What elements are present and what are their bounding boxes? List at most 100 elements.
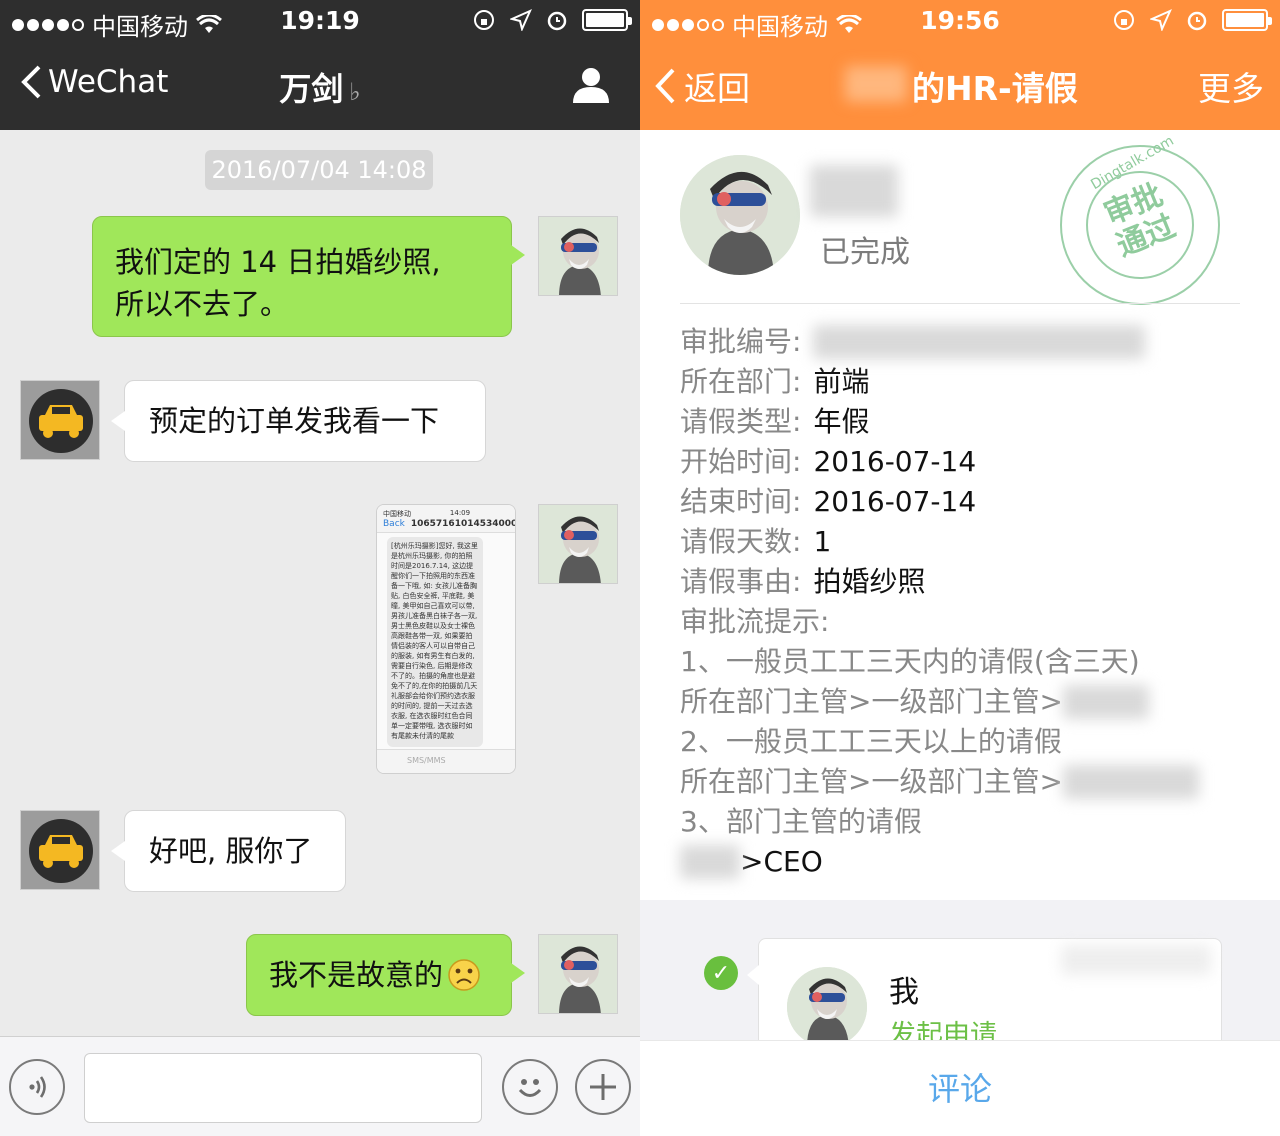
flow-step-card[interactable]: 我 发起申请 (747, 938, 1222, 1051)
contact-avatar[interactable] (20, 380, 100, 460)
flow-hint-line: 所在部门主管>一级部门主管> (680, 762, 1240, 802)
approval-details: 审批编号: 所在部门: 前端 请假类型: 年假 开始时间: 2016-07-14 结束… (680, 322, 1240, 882)
detail-row: 请假类型: 年假 (680, 402, 1240, 442)
approval-status: 已完成 (820, 235, 910, 270)
detail-value: 拍婚纱照 (813, 565, 926, 598)
status-indicators (1112, 8, 1272, 32)
redacted-approver (680, 845, 740, 879)
contact-avatar[interactable] (20, 810, 100, 890)
flow-hint-line: 1、一般员工工三天内的请假(含三天) (680, 645, 1140, 678)
status-indicators (472, 8, 632, 32)
chevron-left-icon (655, 68, 675, 104)
contact-name: 万剑 (279, 70, 344, 108)
flow-hint-line: >CEO (680, 842, 1240, 882)
redacted-approver (1062, 765, 1199, 799)
sms-time: 14:09 (449, 509, 471, 517)
message-bubble-received[interactable]: 好吧, 服你了 (111, 810, 346, 892)
location-icon (510, 9, 532, 31)
frown-emoji-icon (448, 959, 480, 991)
voice-icon (29, 1076, 46, 1098)
message-bubble-received[interactable]: 预定的订单发我看一下 (111, 380, 486, 462)
message-text: 我不是故意的 (269, 958, 444, 992)
flow-hint-text: 所在部门主管>一级部门主管> (680, 765, 1063, 798)
back-label: 返回 (684, 69, 750, 108)
detail-value: 年假 (813, 405, 870, 438)
image-message[interactable]: 中国移动 14:09 Back 10657161014534000 [杭州乐玛摄… (376, 504, 516, 774)
detail-row: 审批编号: (680, 322, 1240, 362)
checkmark-icon: ✓ (704, 956, 738, 990)
flow-hint-line: 2、一般员工工三天以上的请假 (680, 725, 1062, 758)
applicant-header: 已完成 Dingtalk.com 审批 通过 (680, 133, 1240, 305)
sms-input: SMS/MMS (377, 749, 515, 773)
plus-icon (590, 1074, 616, 1100)
comment-button[interactable]: 评论 (640, 1040, 1280, 1136)
message-input[interactable] (84, 1053, 482, 1123)
detail-label: 请假事由: (680, 565, 802, 598)
chat-navbar: WeChat 万剑 ♭ (0, 42, 640, 130)
more-button[interactable]: 更多 (1198, 62, 1264, 110)
redacted-applicant-name (810, 165, 898, 217)
person-icon (573, 68, 609, 103)
voice-button[interactable] (9, 1059, 65, 1115)
detail-value: 2016-07-14 (813, 485, 977, 518)
chat-timestamp: 2016/07/04 14:08 (205, 150, 433, 190)
redacted-name (845, 66, 907, 102)
status-bar: 中国移动 19:19 (0, 0, 640, 42)
flow-hint-line: 3、部门主管的请假 (680, 805, 922, 838)
flow-hint-text: 所在部门主管>一级部门主管> (680, 685, 1063, 718)
flow-hint-text: >CEO (740, 845, 823, 878)
chat-input-bar (0, 1036, 640, 1136)
approval-title: 的HR-请假 (912, 69, 1078, 108)
ear-icon: ♭ (349, 78, 361, 106)
emoji-button[interactable] (502, 1059, 558, 1115)
sms-number: 10657161014534000 (410, 519, 516, 529)
smiley-icon (518, 1079, 542, 1097)
sms-screenshot-header: 中国移动 14:09 Back 10657161014534000 (377, 505, 515, 533)
step-avatar (787, 967, 867, 1047)
detail-value: 1 (813, 525, 832, 558)
approved-stamp: Dingtalk.com 审批 通过 (1060, 133, 1220, 305)
message-bubble-sent[interactable]: 我们定的 14 日拍婚纱照, 所以不去了。 (92, 216, 525, 337)
flow-hint-line: 所在部门主管>一级部门主管> (680, 682, 1240, 722)
alarm-icon (1187, 11, 1207, 31)
detail-row: 请假事由: 拍婚纱照 (680, 562, 1240, 602)
detail-row: 开始时间: 2016-07-14 (680, 442, 1240, 482)
redacted-approver (1062, 685, 1149, 719)
detail-label: 请假天数: (680, 525, 802, 558)
battery-icon (582, 9, 632, 31)
message-text: 预定的订单发我看一下 (149, 404, 440, 438)
more-button[interactable] (575, 1059, 631, 1115)
sms-carrier: 中国移动 (383, 510, 411, 518)
contact-info-button[interactable] (572, 66, 610, 108)
applicant-avatar[interactable] (680, 155, 800, 275)
dingtalk-approval-screen: 中国移动 19:56 返回 的HR-请假 更多 已完成 Dingtalk.com… (640, 0, 1280, 1136)
my-avatar[interactable] (538, 934, 618, 1014)
flow-hint-heading: 审批流提示: (680, 605, 830, 638)
detail-label: 请假类型: (680, 405, 802, 438)
detail-label: 开始时间: (680, 445, 802, 478)
detail-label: 审批编号: (680, 325, 802, 358)
divider (680, 303, 1240, 304)
detail-value: 前端 (813, 365, 870, 398)
my-avatar[interactable] (538, 216, 618, 296)
detail-label: 所在部门: (680, 365, 802, 398)
message-text-line: 我们定的 14 日拍婚纱照, (115, 245, 441, 279)
redacted-timestamp (1061, 945, 1211, 975)
detail-row: 结束时间: 2016-07-14 (680, 482, 1240, 522)
sms-back: Back (383, 519, 405, 529)
detail-row: 请假天数: 1 (680, 522, 1240, 562)
chat-title: 万剑 ♭ (0, 64, 640, 110)
wechat-chat-screen: 中国移动 19:19 WeChat 万剑 ♭ 2016/07/04 14:08 … (0, 0, 640, 1136)
step-person: 我 (889, 975, 919, 1010)
detail-value: 2016-07-14 (813, 445, 977, 478)
redacted-approval-number (813, 325, 1146, 359)
message-bubble-sent[interactable]: 我不是故意的 (246, 934, 525, 1016)
back-button[interactable]: 返回 (654, 62, 750, 110)
battery-icon (1222, 9, 1272, 31)
my-avatar[interactable] (538, 504, 618, 584)
detail-row: 所在部门: 前端 (680, 362, 1240, 402)
message-text: 好吧, 服你了 (149, 834, 313, 868)
rotation-lock-icon (474, 10, 494, 30)
message-text-line: 所以不去了。 (115, 287, 290, 321)
alarm-icon (547, 11, 567, 31)
